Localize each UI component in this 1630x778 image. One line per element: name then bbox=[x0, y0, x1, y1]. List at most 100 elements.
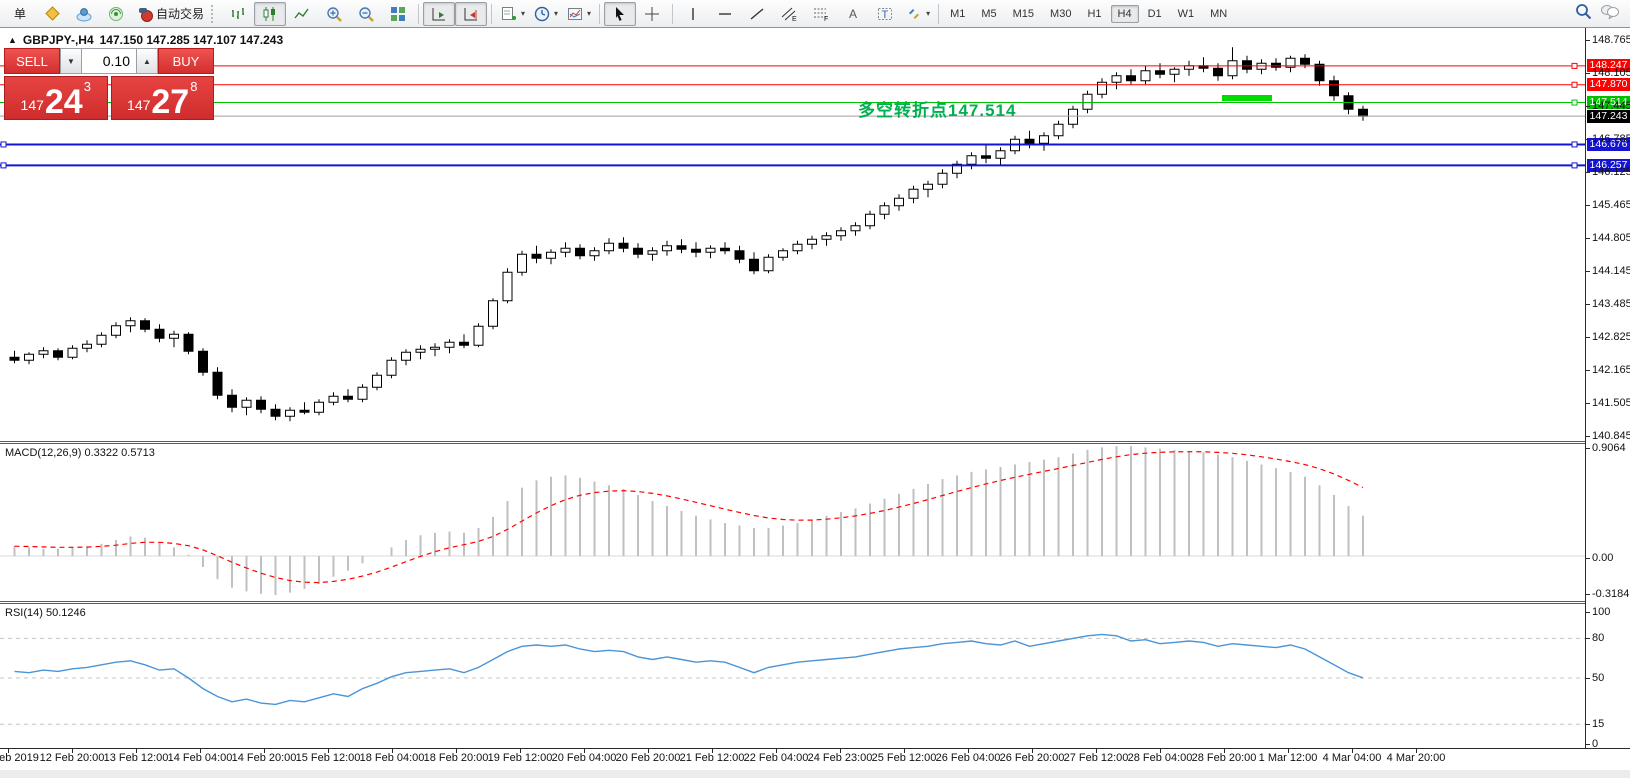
arrows-button[interactable]: ▾ bbox=[901, 2, 934, 26]
sell-price-prefix: 147 bbox=[21, 97, 44, 113]
timeframe-M5[interactable]: M5 bbox=[974, 5, 1003, 23]
vertical-line-button[interactable] bbox=[677, 2, 709, 26]
auto-scroll-button[interactable] bbox=[423, 2, 455, 26]
time-label: 20 Feb 04:00 bbox=[552, 752, 617, 764]
market-watch-button[interactable] bbox=[36, 2, 68, 26]
timeframe-M30[interactable]: M30 bbox=[1043, 5, 1078, 23]
new-chart-button[interactable]: ▾ bbox=[496, 2, 529, 26]
clock-icon bbox=[533, 5, 550, 22]
crosshair-icon bbox=[644, 5, 661, 22]
axis-tick: 15 bbox=[1586, 718, 1604, 730]
main-chart-panel[interactable] bbox=[0, 28, 1585, 441]
toolbar-separator bbox=[938, 4, 939, 24]
axis-tick: 146.785 bbox=[1586, 133, 1630, 145]
axis-tick: 50 bbox=[1586, 672, 1604, 684]
pivot-annotation[interactable]: 多空转折点147.514 bbox=[858, 96, 1016, 121]
candlestick-chart-button[interactable] bbox=[254, 2, 286, 26]
chart-workspace: 148.247147.870147.514146.676146.257147.2… bbox=[0, 28, 1630, 778]
fibonacci-button[interactable]: F bbox=[805, 2, 837, 26]
sell-button[interactable]: SELL bbox=[4, 48, 60, 74]
price-axis[interactable]: 148.247147.870147.514146.676146.257147.2… bbox=[1585, 28, 1630, 748]
signals-icon bbox=[108, 5, 125, 22]
new-order-button[interactable]: 单 bbox=[4, 2, 36, 26]
sell-price-pipette: 3 bbox=[84, 79, 91, 94]
axis-tick: 148.765 bbox=[1586, 34, 1630, 46]
chart-ohlc-values: 147.150 147.285 147.107 147.243 bbox=[100, 33, 284, 47]
time-label: 15 Feb 12:00 bbox=[296, 752, 361, 764]
time-label: 20 Feb 20:00 bbox=[616, 752, 681, 764]
zoom-in-icon bbox=[326, 5, 343, 22]
svg-text:F: F bbox=[824, 16, 828, 22]
macd-panel[interactable] bbox=[0, 444, 1585, 601]
chart-shift-button[interactable] bbox=[455, 2, 487, 26]
candlestick-chart-icon bbox=[262, 5, 279, 22]
buy-price-prefix: 147 bbox=[127, 97, 150, 113]
cursor-button[interactable] bbox=[604, 2, 636, 26]
time-label: 21 Feb 12:00 bbox=[680, 752, 745, 764]
highlight-bar[interactable] bbox=[1222, 95, 1272, 101]
time-label: 18 Feb 20:00 bbox=[424, 752, 489, 764]
toolbar-grip bbox=[211, 5, 217, 23]
horizontal-line-button[interactable] bbox=[709, 2, 741, 26]
axis-tick: 0.9064 bbox=[1586, 442, 1626, 454]
time-label: 14 Feb 20:00 bbox=[232, 752, 297, 764]
svg-text:E: E bbox=[792, 16, 797, 22]
trendline-icon bbox=[749, 5, 766, 22]
timeframe-M1[interactable]: M1 bbox=[943, 5, 972, 23]
volume-up-button[interactable]: ▲ bbox=[136, 48, 158, 74]
template-chart-icon bbox=[566, 5, 583, 22]
diamond-icon bbox=[44, 5, 61, 22]
zoom-in-button[interactable] bbox=[318, 2, 350, 26]
equidistant-channel-button[interactable]: E bbox=[773, 2, 805, 26]
rsi-panel[interactable] bbox=[0, 604, 1585, 746]
sell-price-display[interactable]: 147 24 3 bbox=[4, 76, 108, 120]
timeframe-MN[interactable]: MN bbox=[1203, 5, 1234, 23]
crosshair-button[interactable] bbox=[636, 2, 668, 26]
axis-tick: 80 bbox=[1586, 632, 1604, 644]
timeframe-H4[interactable]: H4 bbox=[1111, 5, 1139, 23]
axis-tick: 141.505 bbox=[1586, 397, 1630, 409]
text-label-icon: T bbox=[877, 5, 894, 22]
tile-windows-button[interactable] bbox=[382, 2, 414, 26]
axis-tick: 146.125 bbox=[1586, 166, 1630, 178]
time-label: 25 Feb 12:00 bbox=[872, 752, 937, 764]
line-chart-button[interactable] bbox=[286, 2, 318, 26]
time-label: 22 Feb 04:00 bbox=[744, 752, 809, 764]
buy-price-display[interactable]: 147 27 8 bbox=[111, 76, 215, 120]
timeframe-M15[interactable]: M15 bbox=[1006, 5, 1041, 23]
templates-button[interactable]: ▾ bbox=[562, 2, 595, 26]
axis-tick: 148.105 bbox=[1586, 67, 1630, 79]
text-label-button[interactable]: T bbox=[869, 2, 901, 26]
volume-down-button[interactable]: ▼ bbox=[60, 48, 82, 74]
chevron-down-icon: ▾ bbox=[587, 9, 591, 18]
timeframe-D1[interactable]: D1 bbox=[1141, 5, 1169, 23]
toolbar-separator bbox=[491, 4, 492, 24]
profile-cloud-icon bbox=[76, 5, 93, 22]
profiles-button[interactable]: ▾ bbox=[529, 2, 562, 26]
svg-text:A: A bbox=[849, 7, 857, 21]
chevron-down-icon: ▾ bbox=[521, 9, 525, 18]
chevron-up-icon: ▲ bbox=[143, 57, 151, 66]
timeframe-W1[interactable]: W1 bbox=[1171, 5, 1202, 23]
axis-tick: -0.3184 bbox=[1586, 588, 1629, 600]
profile-button[interactable] bbox=[68, 2, 100, 26]
time-label: 26 Feb 20:00 bbox=[1000, 752, 1065, 764]
zoom-out-button[interactable] bbox=[350, 2, 382, 26]
volume-input[interactable] bbox=[82, 48, 136, 74]
timeframe-H1[interactable]: H1 bbox=[1080, 5, 1108, 23]
text-button[interactable]: A bbox=[837, 2, 869, 26]
one-click-trading-panel: SELL ▼ ▲ BUY 147 24 3 147 27 8 bbox=[4, 48, 214, 120]
vertical-line-icon bbox=[685, 5, 702, 22]
time-label: 28 Feb 04:00 bbox=[1128, 752, 1193, 764]
tile-windows-icon bbox=[390, 5, 407, 22]
bar-chart-button[interactable] bbox=[222, 2, 254, 26]
trading-terminal-window: 单 自动交易 bbox=[0, 0, 1630, 778]
autotrading-button[interactable]: 自动交易 bbox=[132, 2, 208, 26]
buy-button[interactable]: BUY bbox=[158, 48, 214, 74]
trendline-button[interactable] bbox=[741, 2, 773, 26]
time-label: 13 Feb 12:00 bbox=[104, 752, 169, 764]
search-icon[interactable] bbox=[1575, 3, 1592, 25]
community-chat-icon[interactable] bbox=[1600, 3, 1620, 24]
horizontal-line-icon bbox=[717, 5, 734, 22]
signals-button[interactable] bbox=[100, 2, 132, 26]
